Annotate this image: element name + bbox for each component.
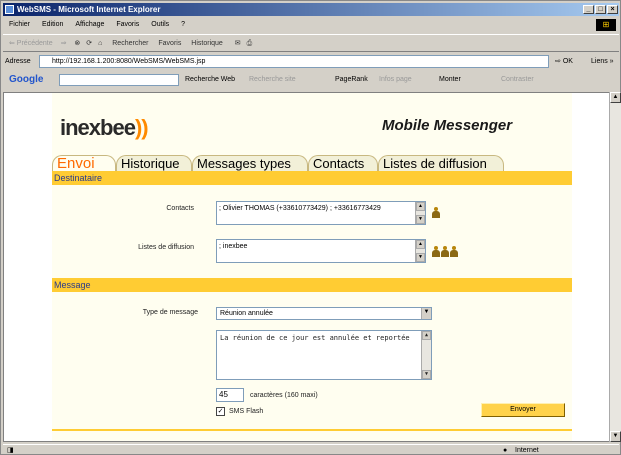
- google-logo[interactable]: Google: [9, 71, 43, 88]
- menu-fichier[interactable]: Fichier: [9, 21, 30, 28]
- menu-outils[interactable]: Outils: [151, 21, 169, 28]
- tab-listes-diffusion[interactable]: Listes de diffusion: [378, 155, 504, 171]
- go-label: OK: [562, 58, 573, 65]
- refresh-icon[interactable]: ⟳: [86, 40, 92, 47]
- title-bar: WebSMS - Microsoft Internet Explorer: [3, 3, 619, 16]
- menu-help[interactable]: ?: [181, 21, 185, 28]
- pagerank-indicator: PageRank: [335, 76, 368, 83]
- scroll-down-button[interactable]: ▼: [610, 431, 621, 442]
- sms-flash-checkbox[interactable]: ✓: [216, 407, 225, 416]
- address-bar: Adresse http://192.168.1.200:8080/WebSMS…: [3, 54, 619, 69]
- contacts-value: ; Olivier THOMAS (+33610773429) ; +33616…: [219, 205, 381, 212]
- brand-name: inexbee: [60, 115, 136, 140]
- contacts-scrollbar[interactable]: ▲ ▼: [415, 202, 425, 224]
- page-status-icon: ◨: [7, 447, 14, 454]
- zone-label: Internet: [515, 447, 539, 454]
- tab-historique[interactable]: Historique: [116, 155, 192, 171]
- stop-icon[interactable]: ⊗: [74, 40, 80, 47]
- print-icon[interactable]: ⎙: [247, 40, 253, 47]
- chevron-down-icon: ▼: [421, 308, 431, 319]
- search-button[interactable]: Rechercher: [112, 40, 148, 47]
- status-bar: ◨ ● Internet: [3, 444, 619, 455]
- go-button[interactable]: ⇨ OK: [555, 54, 573, 69]
- globe-icon: ●: [503, 447, 508, 454]
- footer-divider: [52, 429, 572, 431]
- message-type-select[interactable]: Réunion annulée ▼: [216, 307, 432, 320]
- group-person-icon: [450, 246, 458, 257]
- page-scrollbar[interactable]: ▲ ▼: [609, 92, 621, 442]
- google-toolbar: Google Recherche Web Recherche site Page…: [3, 71, 619, 88]
- address-input[interactable]: http://192.168.1.200:8080/WebSMS/WebSMS.…: [39, 55, 549, 68]
- menu-favoris[interactable]: Favoris: [116, 21, 139, 28]
- lists-label: Listes de diffusion: [138, 244, 194, 251]
- windows-logo-icon: ⊞: [596, 19, 616, 31]
- home-icon[interactable]: ⌂: [98, 40, 102, 47]
- contacts-label: Contacts: [166, 205, 194, 212]
- inexbee-logo: inexbee)): [60, 115, 149, 141]
- lists-value: ; inexbee: [219, 243, 248, 250]
- brand-waves: )): [134, 115, 149, 140]
- menu-edition[interactable]: Edition: [42, 21, 63, 28]
- menu-bar: Fichier Edition Affichage Favoris Outils…: [3, 18, 619, 32]
- message-textarea[interactable]: La réunion de ce jour est annulée et rep…: [216, 330, 432, 380]
- address-label: Adresse: [5, 58, 31, 65]
- maximize-button[interactable]: □: [595, 5, 606, 14]
- minimize-button[interactable]: _: [583, 5, 594, 14]
- message-scrollbar[interactable]: ▲ ▼: [421, 331, 431, 379]
- browser-window: WebSMS - Microsoft Internet Explorer _ □…: [0, 0, 621, 455]
- back-button[interactable]: ⇐ Précédente: [9, 40, 53, 47]
- close-button[interactable]: ×: [607, 5, 618, 14]
- window-title: WebSMS - Microsoft Internet Explorer: [17, 5, 161, 14]
- tab-messages-types[interactable]: Messages types: [192, 155, 308, 171]
- ie-icon: [5, 5, 14, 14]
- favorites-button[interactable]: Favoris: [158, 40, 181, 47]
- search-web-button[interactable]: Recherche Web: [185, 71, 235, 88]
- sms-flash-label: SMS Flash: [229, 408, 264, 415]
- group-person-icon: [441, 246, 449, 257]
- message-text: La réunion de ce jour est annulée et rep…: [220, 334, 410, 342]
- lists-field[interactable]: ; inexbee ▲ ▼: [216, 239, 426, 263]
- google-search-input[interactable]: [59, 74, 179, 86]
- send-button[interactable]: Envoyer: [481, 403, 565, 417]
- contacts-field[interactable]: ; Olivier THOMAS (+33610773429) ; +33616…: [216, 201, 426, 225]
- forward-button[interactable]: ⇒: [61, 40, 67, 47]
- tab-bar: Envoi Historique Messages types Contacts…: [52, 153, 572, 172]
- history-button[interactable]: Historique: [191, 40, 223, 47]
- section-message: Message: [52, 278, 572, 292]
- char-count-label: caractères (160 maxi): [250, 392, 318, 399]
- mail-icon[interactable]: ✉: [235, 40, 241, 47]
- up-button[interactable]: Monter: [439, 71, 461, 88]
- links-button[interactable]: Liens »: [591, 54, 614, 69]
- contact-picker-icon[interactable]: [432, 207, 440, 218]
- char-count-field[interactable]: 45: [216, 388, 244, 402]
- toolbar: ⇐ Précédente ⇒ ⊗ ⟳ ⌂ Rechercher Favoris …: [3, 34, 619, 52]
- page-viewport: inexbee)) Mobile Messenger Envoi Histori…: [3, 92, 610, 442]
- menu-affichage[interactable]: Affichage: [75, 21, 104, 28]
- search-site-button[interactable]: Recherche site: [249, 71, 296, 88]
- message-type-label: Type de message: [142, 309, 198, 316]
- section-destinataire: Destinataire: [52, 171, 572, 185]
- websms-panel: inexbee)) Mobile Messenger Envoi Histori…: [52, 93, 572, 441]
- tab-contacts[interactable]: Contacts: [308, 155, 378, 171]
- scroll-up-button[interactable]: ▲: [610, 92, 621, 103]
- page-info-button[interactable]: Infos page: [379, 71, 412, 88]
- page-title: Mobile Messenger: [382, 117, 513, 134]
- tab-envoi[interactable]: Envoi: [52, 155, 116, 172]
- contrast-button[interactable]: Contraster: [501, 71, 534, 88]
- lists-scrollbar[interactable]: ▲ ▼: [415, 240, 425, 262]
- group-person-icon: [432, 246, 440, 257]
- message-type-value: Réunion annulée: [220, 310, 273, 317]
